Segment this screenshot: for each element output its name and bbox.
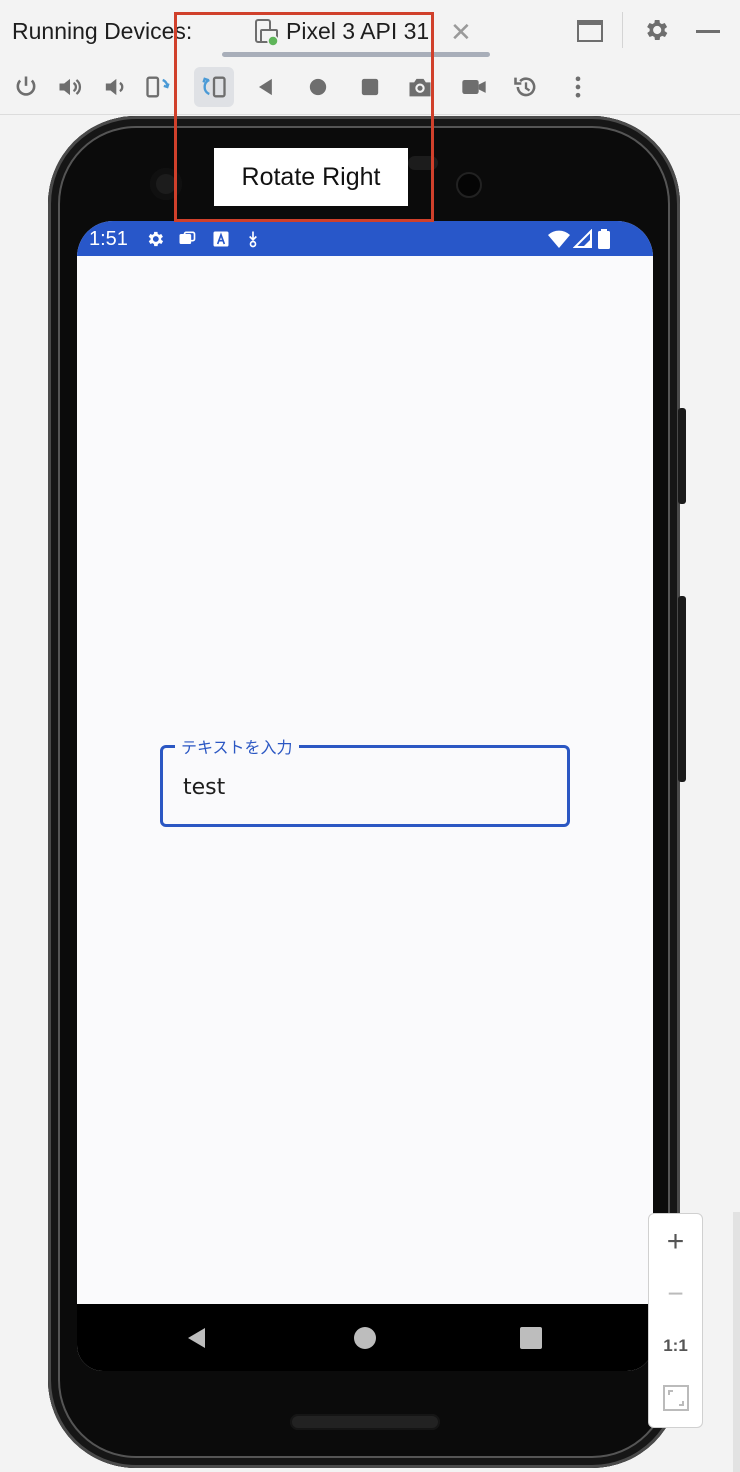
actual-size-label: 1:1 (663, 1336, 688, 1355)
gear-icon[interactable] (642, 16, 670, 49)
volume-down-icon[interactable] (94, 67, 134, 107)
more-icon[interactable] (558, 67, 598, 107)
bottom-speaker (290, 1414, 440, 1430)
rotate-left-icon[interactable] (138, 67, 178, 107)
device-side-button (678, 408, 686, 504)
device-screen[interactable]: 1:51 テキストを入力 test (77, 221, 653, 1371)
close-icon[interactable]: ✕ (450, 17, 472, 48)
text-input-value[interactable]: test (183, 775, 225, 800)
zoom-in-icon: + (666, 1225, 685, 1258)
window-layout-icon[interactable] (576, 18, 604, 49)
home-nav-icon[interactable] (335, 1304, 395, 1371)
screen-record-icon[interactable] (454, 67, 494, 107)
a-icon (211, 229, 231, 249)
scrollbar-gutter (733, 1212, 740, 1472)
signal-icon (572, 228, 593, 249)
download-icon (243, 229, 263, 249)
status-time: 1:51 (89, 228, 128, 250)
zoom-out-button[interactable]: − (649, 1268, 702, 1320)
minimize-icon[interactable] (696, 30, 720, 33)
header-divider (622, 12, 623, 48)
power-icon[interactable] (6, 67, 46, 107)
wifi-icon (547, 229, 570, 249)
notification-icon (177, 229, 197, 249)
actual-size-button[interactable]: 1:1 (649, 1320, 702, 1372)
text-input-label: テキストを入力 (175, 734, 299, 758)
fit-screen-icon (662, 1385, 689, 1411)
status-bar: 1:51 (77, 221, 653, 256)
zoom-out-icon: − (667, 1278, 684, 1309)
recents-nav-icon[interactable] (501, 1304, 561, 1371)
back-nav-icon[interactable] (167, 1304, 227, 1371)
snapshot-restore-icon[interactable] (506, 67, 546, 107)
volume-up-icon[interactable] (50, 67, 90, 107)
settings-icon (145, 229, 165, 249)
fit-screen-button[interactable] (649, 1372, 702, 1424)
running-devices-title: Running Devices: (12, 18, 193, 44)
battery-icon (597, 229, 617, 249)
device-volume-rocker (678, 596, 686, 782)
tooltip: Rotate Right (214, 148, 408, 206)
zoom-controls: + − 1:1 (648, 1213, 703, 1428)
proximity-sensor (456, 172, 482, 198)
navigation-bar (77, 1304, 653, 1371)
zoom-in-button[interactable]: + (649, 1216, 702, 1268)
